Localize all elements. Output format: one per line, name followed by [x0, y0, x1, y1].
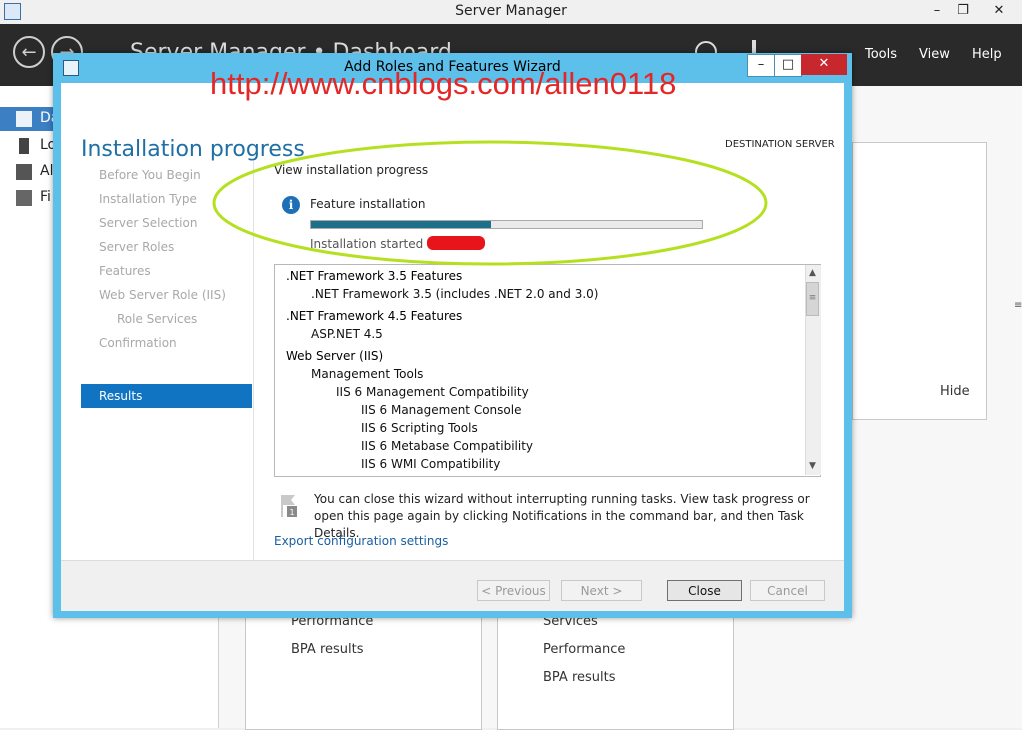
file-services-icon — [16, 190, 32, 206]
local-server-icon — [19, 138, 29, 154]
wizard-button-bar: < Previous Next > Close Cancel — [61, 560, 844, 611]
close-icon: ✕ — [818, 56, 830, 71]
next-button[interactable]: Next > — [561, 580, 642, 601]
menu-tools[interactable]: Tools — [865, 47, 897, 62]
close-window-button[interactable]: ✕ — [976, 0, 1022, 22]
step-features[interactable]: Features — [99, 264, 151, 278]
tile-right-link[interactable]: Performance — [543, 642, 625, 657]
installation-items-list[interactable]: .NET Framework 3.5 Features .NET Framewor… — [274, 264, 821, 477]
scroll-thumb[interactable]: ≡ — [806, 282, 819, 316]
welcome-panel — [852, 142, 987, 420]
sidebar-item-label: Al — [40, 163, 54, 179]
scroll-down-icon[interactable]: ▼ — [805, 459, 820, 474]
step-server-roles[interactable]: Server Roles — [99, 240, 174, 254]
all-servers-icon — [16, 164, 32, 180]
minimize-icon: – — [757, 57, 765, 72]
list-item: Web Server (IIS) — [286, 349, 384, 363]
wizard-minimize-button[interactable]: – — [747, 54, 775, 77]
hide-link[interactable]: Hide — [940, 384, 970, 399]
list-item: .NET Framework 3.5 Features — [286, 269, 463, 283]
wizard-maximize-button[interactable]: □ — [774, 54, 802, 77]
list-item: IIS 6 Management Compatibility — [336, 385, 529, 399]
back-arrow-icon[interactable]: ← — [13, 36, 45, 68]
previous-button[interactable]: < Previous — [477, 580, 550, 601]
list-item: .NET Framework 4.5 Features — [286, 309, 463, 323]
menu-view[interactable]: View — [919, 47, 950, 62]
server-manager-title: Server Manager — [455, 3, 567, 19]
scroll-up-icon[interactable]: ▲ — [805, 266, 820, 281]
list-item: IIS 6 Metabase Compatibility — [361, 439, 534, 453]
notification-badge: 1 — [289, 508, 294, 517]
list-item: .NET Framework 3.5 (includes .NET 2.0 an… — [311, 287, 599, 301]
list-item: IIS 6 Management Console — [361, 403, 522, 417]
sidebar-item-label: Fi — [40, 189, 51, 205]
step-server-selection[interactable]: Server Selection — [99, 216, 197, 230]
cancel-button[interactable]: Cancel — [750, 580, 825, 601]
tile-right — [497, 600, 734, 730]
notification-flag-icon: 1 — [281, 495, 297, 517]
close-button[interactable]: Close — [667, 580, 742, 601]
wizard-close-button[interactable]: ✕ — [801, 54, 847, 75]
step-installation-type[interactable]: Installation Type — [99, 192, 197, 206]
step-role-services[interactable]: Role Services — [117, 312, 197, 326]
step-results-label: Results — [99, 389, 143, 403]
step-confirmation[interactable]: Confirmation — [99, 336, 177, 350]
server-manager-titlebar: Server Manager – ❐ ✕ — [0, 0, 1022, 25]
list-item: IIS 6 WMI Compatibility — [361, 457, 501, 471]
menu-help[interactable]: Help — [972, 47, 1002, 62]
dashboard-icon — [16, 111, 32, 127]
maximize-icon: □ — [781, 57, 795, 72]
restore-button[interactable]: ❐ — [948, 0, 978, 22]
scroll-grip-icon[interactable]: ≡ — [1014, 300, 1022, 311]
list-item: Management Tools — [311, 367, 424, 381]
step-web-server-role[interactable]: Web Server Role (IIS) — [99, 288, 226, 302]
list-item: ASP.NET 4.5 — [311, 327, 383, 341]
highlight-ellipse — [212, 140, 768, 266]
step-before-you-begin[interactable]: Before You Begin — [99, 168, 201, 182]
list-item: IIS 6 Scripting Tools — [361, 421, 478, 435]
export-configuration-link[interactable]: Export configuration settings — [274, 534, 448, 548]
watermark-url: http://www.cnblogs.com/allen0118 — [210, 66, 677, 101]
tile-right-link[interactable]: BPA results — [543, 670, 616, 685]
step-results[interactable]: Results — [81, 384, 252, 408]
tile-left-link[interactable]: BPA results — [291, 642, 364, 657]
